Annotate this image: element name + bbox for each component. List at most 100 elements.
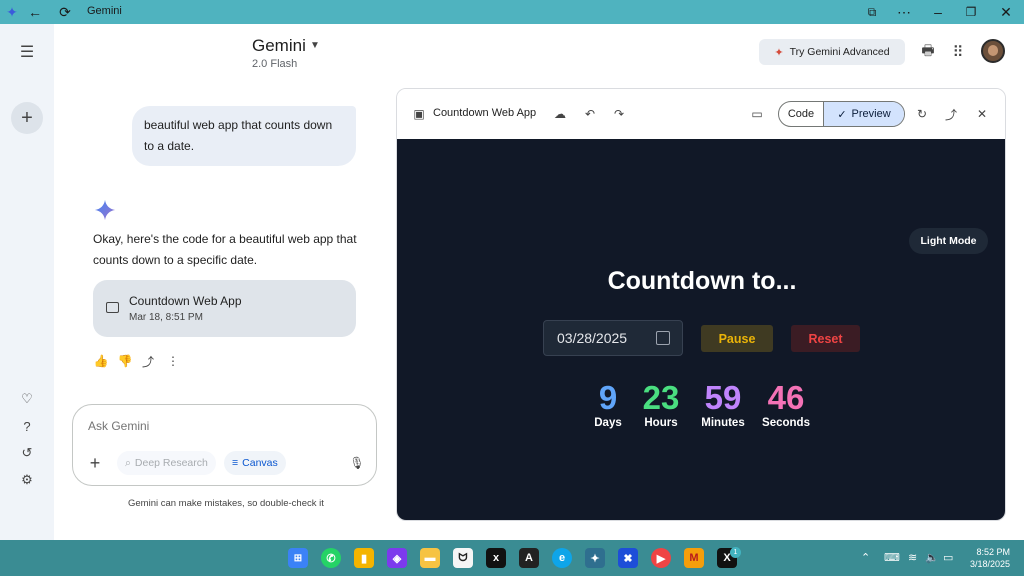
plus-icon: + xyxy=(21,106,33,129)
preview-tab[interactable]: ✓ Preview xyxy=(824,102,904,126)
system-clock[interactable]: 8:52 PM 3/18/2025 xyxy=(964,546,1010,570)
chevron-down-icon[interactable]: ▼ xyxy=(310,40,320,51)
days-label: Days xyxy=(594,417,622,429)
close-window-icon[interactable]: ✕ xyxy=(997,3,1015,21)
open-in-browser-icon[interactable]: ⧉ xyxy=(863,3,881,21)
taskbar: ⊞ ✆ ▮ ◈ ▬ ᗢ x A e ✦ ✖ ▶ M X ⌃ ⌨ ≋ 🔈 ▭ 8:… xyxy=(0,540,1024,576)
chevron-up-icon[interactable]: ⌃ xyxy=(861,551,870,564)
undo-icon[interactable]: ↶ xyxy=(582,106,598,122)
volume-icon[interactable]: 🔈 xyxy=(925,551,939,564)
canvas-panel: ▣ Countdown Web App ☁ ↶ ↷ ▭ Code ✓ Previ… xyxy=(396,88,1006,521)
media-player-icon[interactable]: ▶ xyxy=(651,548,671,568)
preview-tab-label: Preview xyxy=(851,108,891,120)
more-vert-icon[interactable]: ⋮ xyxy=(165,353,181,369)
prompt-box: + ⌕ Deep Research ≡ Canvas 🎙 xyxy=(72,404,377,486)
light-mode-button[interactable]: Light Mode xyxy=(909,228,988,254)
reset-button[interactable]: Reset xyxy=(791,325,860,352)
help-icon[interactable]: ? xyxy=(13,412,41,440)
file-explorer-icon[interactable]: ▬ xyxy=(420,548,440,568)
model-version: 2.0 Flash xyxy=(252,58,298,70)
butterfly-app-icon[interactable]: ✖ xyxy=(618,548,638,568)
seconds-value: 46 xyxy=(767,379,805,416)
xcode-terminal-icon[interactable]: x xyxy=(486,548,506,568)
date-value: 03/28/2025 xyxy=(557,330,628,346)
try-gemini-advanced-label: Try Gemini Advanced xyxy=(789,46,890,58)
disclaimer: Gemini can make mistakes, so double-chec… xyxy=(128,498,324,509)
settings-gear-icon[interactable]: ⚙ xyxy=(13,466,41,494)
calendar-icon[interactable] xyxy=(656,331,670,345)
share-icon[interactable]: ⤴ xyxy=(943,106,959,122)
console-icon[interactable]: ▭ xyxy=(749,106,765,122)
edge-browser-icon[interactable]: e xyxy=(552,548,572,568)
user-message: beautiful web app that counts down to a … xyxy=(132,106,356,166)
minutes-label: Minutes xyxy=(701,417,745,429)
avatar-face xyxy=(988,45,998,56)
gemini-taskbar-icon[interactable]: ✦ xyxy=(585,548,605,568)
countdown-hours: 23 Hours xyxy=(638,380,684,430)
code-window-icon: ▣ xyxy=(413,107,425,121)
model-name[interactable]: Gemini xyxy=(252,36,306,56)
clock-date: 3/18/2025 xyxy=(969,559,1010,569)
reload-icon[interactable]: ↻ xyxy=(914,106,930,122)
restore-icon[interactable]: ❐ xyxy=(962,3,980,21)
thumbs-up-icon[interactable]: 👍 xyxy=(93,353,109,369)
sidebar: ☰ + ♡ ? ↺ ⚙ xyxy=(0,24,54,540)
assistant-reply: Okay, here's the code for a beautiful we… xyxy=(93,232,357,267)
code-tab-label: Code xyxy=(787,108,815,120)
ollama-icon[interactable]: ᗢ xyxy=(453,548,473,568)
gmail-style-icon[interactable]: M xyxy=(684,548,704,568)
code-preview-toggle: Code ✓ Preview xyxy=(778,101,905,127)
hours-label: Hours xyxy=(644,417,678,429)
code-tab[interactable]: Code xyxy=(779,102,824,126)
anthropic-icon[interactable]: A xyxy=(519,548,539,568)
preview-area: Light Mode Countdown to... 03/28/2025 Pa… xyxy=(397,139,1005,520)
apps-grid-icon[interactable]: ⠿ xyxy=(948,42,968,62)
cloud-save-icon[interactable]: ☁ xyxy=(552,106,568,122)
whatsapp-icon[interactable]: ✆ xyxy=(321,548,341,568)
canvas-chip-label: Canvas xyxy=(242,457,278,469)
sparkle-icon: ✦ xyxy=(774,46,784,59)
refresh-icon[interactable]: ⟳ xyxy=(56,3,74,21)
gemini-sparkle-icon xyxy=(94,199,116,221)
notes-icon[interactable]: ▮ xyxy=(354,548,374,568)
back-arrow-icon[interactable]: ← xyxy=(26,3,44,21)
copilot-icon[interactable]: ◈ xyxy=(387,548,407,568)
canvas-icon: ≡ xyxy=(232,457,239,469)
new-chat-button[interactable]: + xyxy=(11,102,43,134)
clock-time: 8:52 PM xyxy=(976,547,1010,557)
share-icon[interactable]: ⤴ xyxy=(140,353,156,369)
prompt-input[interactable] xyxy=(88,419,348,433)
close-canvas-icon[interactable]: ✕ xyxy=(974,106,990,122)
deep-research-label: Deep Research xyxy=(134,457,208,469)
microphone-icon[interactable]: 🎙 xyxy=(348,453,366,473)
countdown-heading: Countdown to... xyxy=(607,267,797,295)
canvas-title: Countdown Web App xyxy=(433,107,537,119)
redo-icon[interactable]: ↷ xyxy=(611,106,627,122)
activity-icon[interactable]: ↺ xyxy=(13,439,41,467)
windows-start-icon[interactable]: ⊞ xyxy=(288,548,308,568)
battery-icon[interactable]: ▭ xyxy=(943,551,953,564)
keyboard-icon[interactable]: ⌨ xyxy=(884,551,900,564)
countdown-minutes: 59 Minutes xyxy=(697,380,749,430)
canvas-chip[interactable]: ≡ Canvas xyxy=(224,451,286,475)
date-input[interactable]: 03/28/2025 xyxy=(543,320,683,356)
countdown-seconds: 46 Seconds xyxy=(761,379,811,430)
canvas-card[interactable]: Countdown Web App Mar 18, 8:51 PM xyxy=(93,280,356,337)
thumbs-down-icon[interactable]: 👎 xyxy=(117,353,133,369)
gemini-app-icon: ✦ xyxy=(6,3,18,20)
try-gemini-advanced-button[interactable]: ✦ Try Gemini Advanced xyxy=(759,39,905,65)
pause-button[interactable]: Pause xyxy=(701,325,773,352)
canvas-card-timestamp: Mar 18, 8:51 PM xyxy=(129,312,203,323)
deep-research-chip[interactable]: ⌕ Deep Research xyxy=(117,451,216,475)
gems-icon[interactable]: ♡ xyxy=(13,385,41,413)
wifi-icon[interactable]: ≋ xyxy=(908,551,917,564)
window-title: Gemini xyxy=(87,5,122,17)
menu-icon[interactable]: ☰ xyxy=(13,38,41,66)
main-area: Gemini ▼ 2.0 Flash ✦ Try Gemini Advanced… xyxy=(54,24,1024,540)
more-options-icon[interactable]: ⋯ xyxy=(895,3,913,21)
print-icon[interactable]: 🖶 xyxy=(918,42,938,62)
add-attachment-icon[interactable]: + xyxy=(85,453,105,473)
days-value: 9 xyxy=(598,379,618,416)
avatar[interactable] xyxy=(981,39,1005,63)
minimize-icon[interactable]: – xyxy=(929,3,947,21)
